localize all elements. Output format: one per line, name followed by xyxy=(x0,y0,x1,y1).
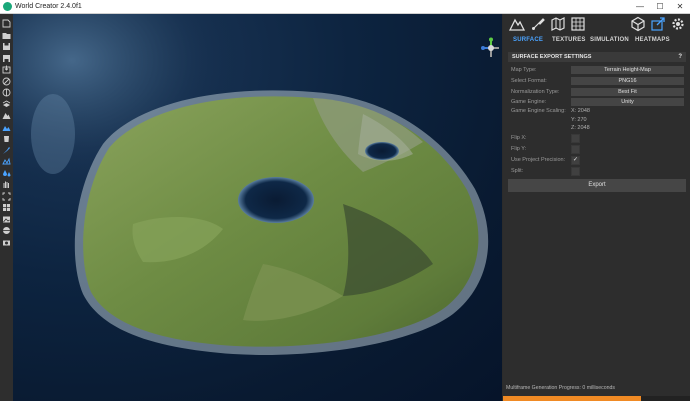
new-file-icon[interactable] xyxy=(2,19,11,28)
status-bar: Multiframe Generation Progress: 0 millis… xyxy=(503,384,690,393)
split-label: Split: xyxy=(511,168,524,174)
terrain-icon[interactable] xyxy=(2,123,11,132)
open-folder-icon[interactable] xyxy=(2,31,11,40)
terrain-render xyxy=(13,14,502,401)
map-type-label: Map Type: xyxy=(511,67,537,73)
mountains-icon[interactable] xyxy=(508,16,526,32)
save-icon[interactable] xyxy=(2,42,11,51)
scaling-y-field[interactable]: Y: 270 xyxy=(571,116,587,124)
mountains-icon[interactable] xyxy=(2,111,11,120)
filter-icon[interactable] xyxy=(2,88,11,97)
use-project-precision-checkbox[interactable]: ✓ xyxy=(571,156,580,165)
normalization-type-dropdown[interactable]: Best Fit xyxy=(571,88,684,96)
tab-simulation[interactable]: SIMULATION xyxy=(590,35,629,45)
flip-y-checkbox[interactable] xyxy=(571,145,580,154)
status-text: Multiframe Generation Progress: 0 millis… xyxy=(506,385,615,391)
tab-surface[interactable]: SURFACE xyxy=(513,35,543,45)
import-icon[interactable] xyxy=(2,65,11,74)
brush-icon[interactable] xyxy=(2,146,11,155)
select-format-label: Select Format: xyxy=(511,78,547,84)
normalization-type-label: Normalization Type: xyxy=(511,89,560,95)
checkmark-icon: ✓ xyxy=(572,157,579,163)
grid-icon[interactable] xyxy=(570,16,586,32)
help-button[interactable]: ? xyxy=(678,52,682,62)
hand-icon[interactable] xyxy=(2,180,11,189)
tab-textures[interactable]: TEXTURES xyxy=(552,35,586,45)
paint-icon[interactable] xyxy=(2,157,11,166)
scaling-x-field[interactable]: X: 2048 xyxy=(571,107,590,115)
tab-heatmaps[interactable]: HEATMAPS xyxy=(635,35,670,45)
split-checkbox[interactable] xyxy=(571,167,580,176)
cube-icon[interactable] xyxy=(630,16,646,32)
brush-icon[interactable] xyxy=(530,16,546,32)
left-toolbar xyxy=(0,14,14,401)
terrain-viewport[interactable] xyxy=(13,14,502,401)
droplets-icon[interactable] xyxy=(2,169,11,178)
section-title: SURFACE EXPORT SETTINGS xyxy=(512,54,592,60)
bucket-icon[interactable] xyxy=(2,134,11,143)
map-icon[interactable] xyxy=(550,16,566,32)
game-engine-scaling-label: Game Engine Scaling: xyxy=(511,108,566,114)
title-bar: World Creator 2.4.0f1 — ☐ ✕ xyxy=(0,0,690,14)
app-logo-icon xyxy=(3,2,12,11)
close-button[interactable]: ✕ xyxy=(670,0,690,13)
blend-icon[interactable] xyxy=(2,77,11,86)
sphere-icon[interactable] xyxy=(2,226,11,235)
flip-y-label: Flip Y: xyxy=(511,146,527,152)
game-engine-dropdown[interactable]: Unity xyxy=(571,98,684,106)
camera-icon[interactable] xyxy=(2,238,11,247)
progress-bar xyxy=(503,396,690,401)
game-engine-label: Game Engine: xyxy=(511,99,547,105)
gear-icon[interactable] xyxy=(670,16,686,32)
map-type-dropdown[interactable]: Terrain Height-Map xyxy=(571,66,684,74)
export-button[interactable]: Export xyxy=(508,179,686,192)
save-as-icon[interactable] xyxy=(2,54,11,63)
window-title: World Creator 2.4.0f1 xyxy=(15,3,82,10)
minimize-button[interactable]: — xyxy=(630,0,650,13)
use-project-precision-label: Use Project Precision: xyxy=(511,157,566,163)
fullscreen-icon[interactable] xyxy=(2,192,11,201)
grid-icon[interactable] xyxy=(2,203,11,212)
flip-x-checkbox[interactable] xyxy=(571,134,580,143)
scaling-z-field[interactable]: Z: 2048 xyxy=(571,124,590,132)
orientation-gizmo[interactable] xyxy=(480,37,502,64)
maximize-button[interactable]: ☐ xyxy=(650,0,670,13)
image-icon[interactable] xyxy=(2,215,11,224)
flip-x-label: Flip X: xyxy=(511,135,527,141)
section-header: SURFACE EXPORT SETTINGS ? xyxy=(508,52,686,62)
select-format-dropdown[interactable]: PNG16 xyxy=(571,77,684,85)
progress-fill xyxy=(503,396,642,401)
layers-icon[interactable] xyxy=(2,100,11,109)
right-panel: SURFACE TEXTURES SIMULATION HEATMAPS SUR… xyxy=(503,14,690,401)
tab-bar: SURFACE TEXTURES SIMULATION HEATMAPS xyxy=(503,35,690,47)
export-icon[interactable] xyxy=(650,16,666,32)
